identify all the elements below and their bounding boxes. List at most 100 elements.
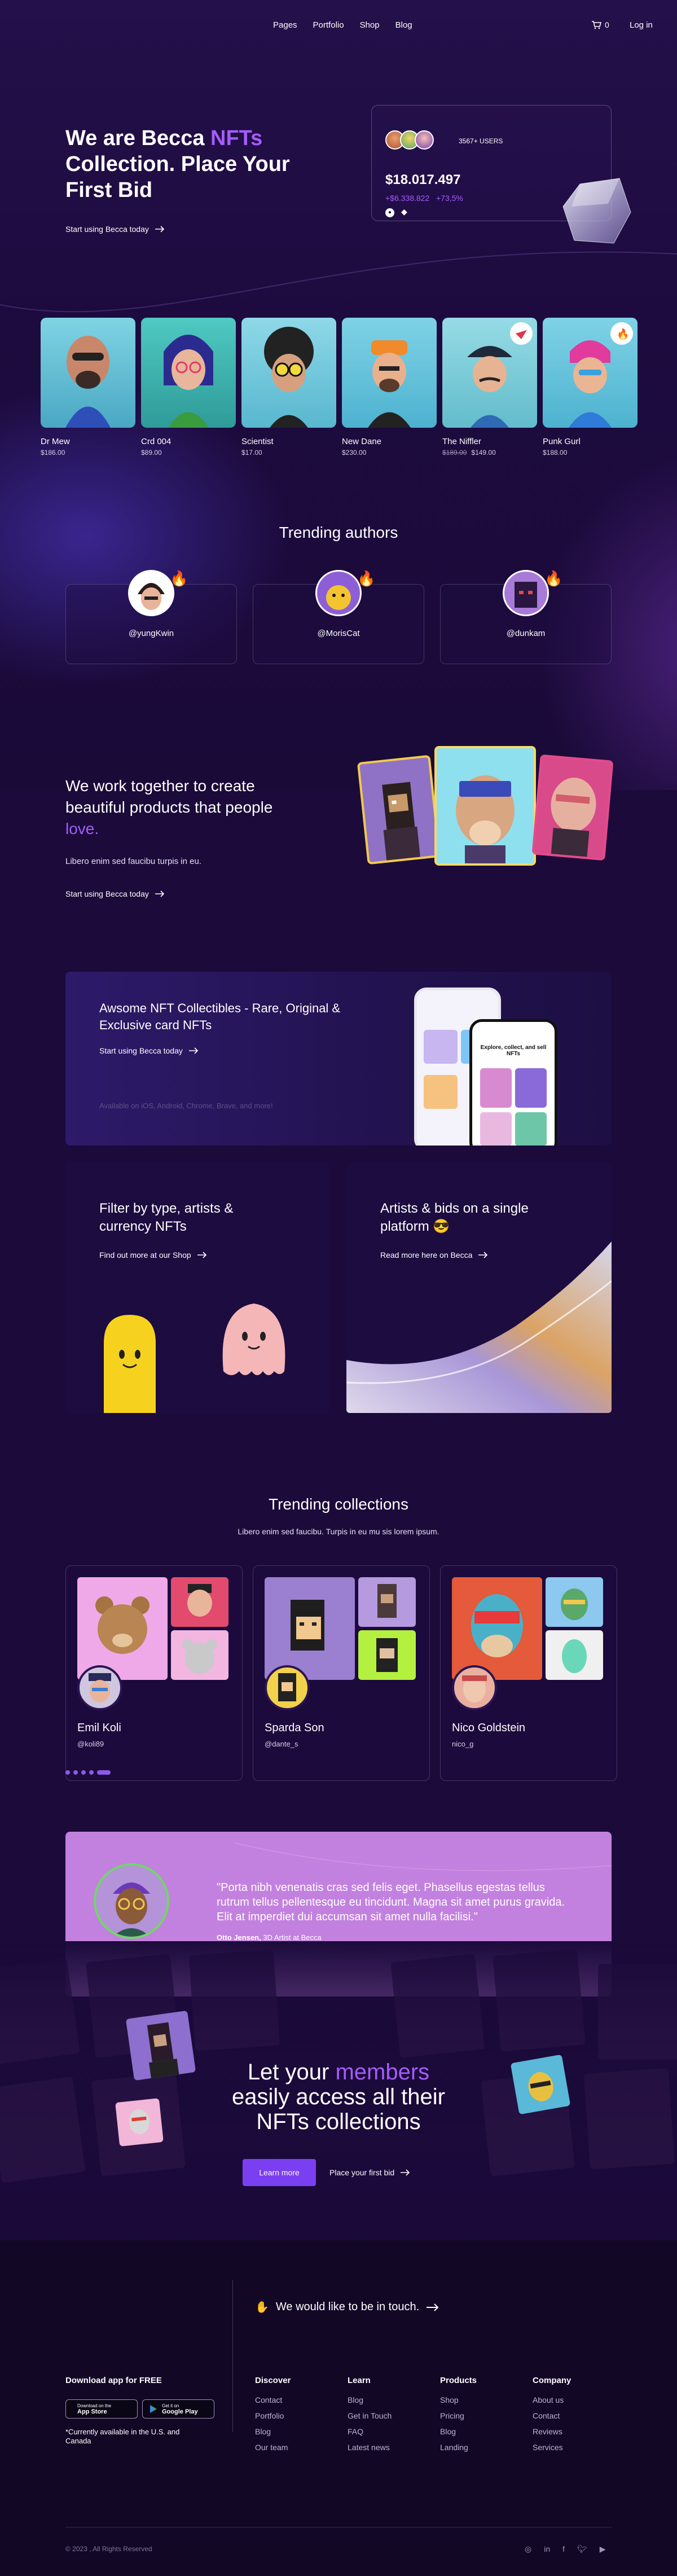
nft-current-price: $149.00 <box>471 449 496 457</box>
pagination-dot[interactable] <box>65 1770 70 1775</box>
nft-card[interactable]: Crd 004 $89.00 <box>141 318 236 457</box>
app-store-label: App Store <box>77 2408 107 2415</box>
nft-image <box>442 318 537 428</box>
footer-link[interactable]: Get in Touch <box>348 2411 432 2420</box>
footer-divider-vertical <box>232 2280 233 2432</box>
arrow-right-icon <box>427 2303 439 2311</box>
pagination-dot-active[interactable] <box>97 1770 111 1775</box>
login-link[interactable]: Log in <box>630 20 653 30</box>
svg-text:🔥: 🔥 <box>617 328 629 340</box>
google-play-button[interactable]: Get it on Google Play <box>142 2399 214 2419</box>
carousel-pagination <box>65 1770 111 1775</box>
collection-handle: nico_g <box>452 1740 474 1748</box>
trending-authors-title: Trending authors <box>279 524 398 541</box>
facebook-icon[interactable]: f <box>562 2544 565 2554</box>
footer-link[interactable]: FAQ <box>348 2427 432 2436</box>
footer-column-company: Company About us Contact Reviews Service… <box>533 2376 617 2459</box>
twitter-icon[interactable]: 🐦︎ <box>577 2544 587 2554</box>
learn-more-button[interactable]: Learn more <box>243 2159 316 2186</box>
together-cta-link[interactable]: Start using Becca today <box>65 889 165 898</box>
nft-name: Punk Gurl <box>543 437 581 446</box>
avatar <box>415 130 434 150</box>
nav-link-blog[interactable]: Blog <box>395 20 412 30</box>
nav-link-portfolio[interactable]: Portfolio <box>313 20 344 30</box>
footer-link[interactable]: Shop <box>440 2395 525 2404</box>
collection-main-image <box>265 1577 355 1680</box>
cart-button[interactable]: 0 <box>591 20 609 29</box>
nft-card[interactable]: Dr Mew $186.00 <box>41 318 135 457</box>
nft-card[interactable]: 🔥 Punk Gurl $188.00 <box>543 318 638 457</box>
footer-link[interactable]: Contact <box>255 2395 340 2404</box>
together-title-accent: love. <box>65 820 99 837</box>
phone-thumb <box>480 1068 512 1108</box>
phone-mockup-front: Explore, collect, and sell NFTs <box>469 1019 557 1146</box>
contact-label: We would like to be in touch. <box>275 2301 420 2313</box>
footer-link[interactable]: Portfolio <box>255 2411 340 2420</box>
waving-hand-icon: ✋ <box>255 2301 269 2314</box>
collectibles-cta-label: Start using Becca today <box>99 1046 183 1055</box>
collectibles-cta-link[interactable]: Start using Becca today <box>99 1046 199 1055</box>
collectibles-banner: Awsome NFT Collectibles - Rare, Original… <box>65 972 612 1146</box>
testimonial-avatar <box>94 1863 169 1939</box>
footer-link[interactable]: Blog <box>255 2427 340 2436</box>
footer-link[interactable]: About us <box>533 2395 617 2404</box>
nav-link-pages[interactable]: Pages <box>273 20 297 30</box>
hero-cta-link[interactable]: Start using Becca today <box>65 225 165 234</box>
nft-price: $230.00 <box>342 449 367 457</box>
nft-card[interactable]: New Dane $230.00 <box>342 318 437 457</box>
nft-name: New Dane <box>342 437 382 446</box>
nft-card[interactable]: Scientist $17.00 <box>241 318 336 457</box>
author-card[interactable]: 🔥 @dunkam <box>440 570 612 664</box>
footer-link[interactable]: Latest news <box>348 2443 432 2452</box>
google-play-text: Get it on Google Play <box>162 2403 198 2415</box>
google-play-label: Google Play <box>162 2408 198 2415</box>
nft-image <box>241 318 336 428</box>
filter-card-cta-label: Find out more at our Shop <box>99 1250 191 1260</box>
youtube-icon[interactable]: ▶ <box>600 2544 606 2554</box>
nav-link-shop[interactable]: Shop <box>360 20 380 30</box>
hero-title: We are Becca NFTs Collection. Place Your… <box>65 125 302 203</box>
pagination-dot[interactable] <box>89 1770 94 1775</box>
author-card[interactable]: 🔥 @yungKwin <box>65 570 237 664</box>
instagram-icon[interactable]: ◎ <box>525 2544 531 2554</box>
phone-headline: Explore, collect, and sell NFTs <box>480 1045 547 1057</box>
filter-card-cta[interactable]: Find out more at our Shop <box>99 1250 207 1260</box>
app-store-button[interactable]: Download on the App Store <box>65 2399 138 2419</box>
author-handle: @MorisCat <box>317 629 360 638</box>
ghost-characters-illustration <box>104 1304 285 1413</box>
footer-link[interactable]: Pricing <box>440 2411 525 2420</box>
nft-image: 🔥 <box>543 318 638 428</box>
collection-card[interactable]: Emil Koli @koli89 <box>65 1565 243 1781</box>
nft-old-price: $189.00 <box>442 449 467 457</box>
footer-link[interactable]: Our team <box>255 2443 340 2452</box>
testimonial-author-role: 3D Artist at Becca <box>263 1933 322 1942</box>
arrow-right-icon <box>197 1252 206 1258</box>
footer-link[interactable]: Landing <box>440 2443 525 2452</box>
footer-link[interactable]: Blog <box>348 2395 432 2404</box>
footer-link[interactable]: Services <box>533 2443 617 2452</box>
pagination-dot[interactable] <box>73 1770 78 1775</box>
contact-link[interactable]: ✋ We would like to be in touch. <box>255 2300 439 2314</box>
phone-thumb <box>424 1030 458 1064</box>
collection-name: Sparda Son <box>265 1722 324 1734</box>
author-avatar <box>128 570 174 616</box>
footer-link[interactable]: Blog <box>440 2427 525 2436</box>
author-card[interactable]: 🔥 @MorisCat <box>253 570 424 664</box>
footer-link[interactable]: Contact <box>533 2411 617 2420</box>
linkedin-icon[interactable]: in <box>544 2544 550 2554</box>
nft-price: $17.00 <box>241 449 262 457</box>
stats-amount: $18.017.497 <box>385 172 461 187</box>
together-title-main: We work together to create beautiful pro… <box>65 777 273 816</box>
collection-card[interactable]: Nico Goldstein nico_g <box>440 1565 617 1781</box>
nft-price: $188.00 <box>543 449 568 457</box>
nft-card[interactable]: The Niffler $189.00 $149.00 <box>442 318 537 457</box>
place-bid-link[interactable]: Place your first bid <box>329 2168 410 2177</box>
collection-card[interactable]: Sparda Son @dante_s <box>253 1565 430 1781</box>
footer-link[interactable]: Reviews <box>533 2427 617 2436</box>
pagination-dot[interactable] <box>81 1770 86 1775</box>
members-title-line1: Let your members <box>0 2060 677 2085</box>
testimonial-author: Otto Jensen, 3D Artist at Becca <box>217 1933 322 1942</box>
phone-thumb <box>515 1068 547 1108</box>
collection-main-image <box>77 1577 168 1680</box>
footer-column-title: Company <box>533 2376 572 2385</box>
